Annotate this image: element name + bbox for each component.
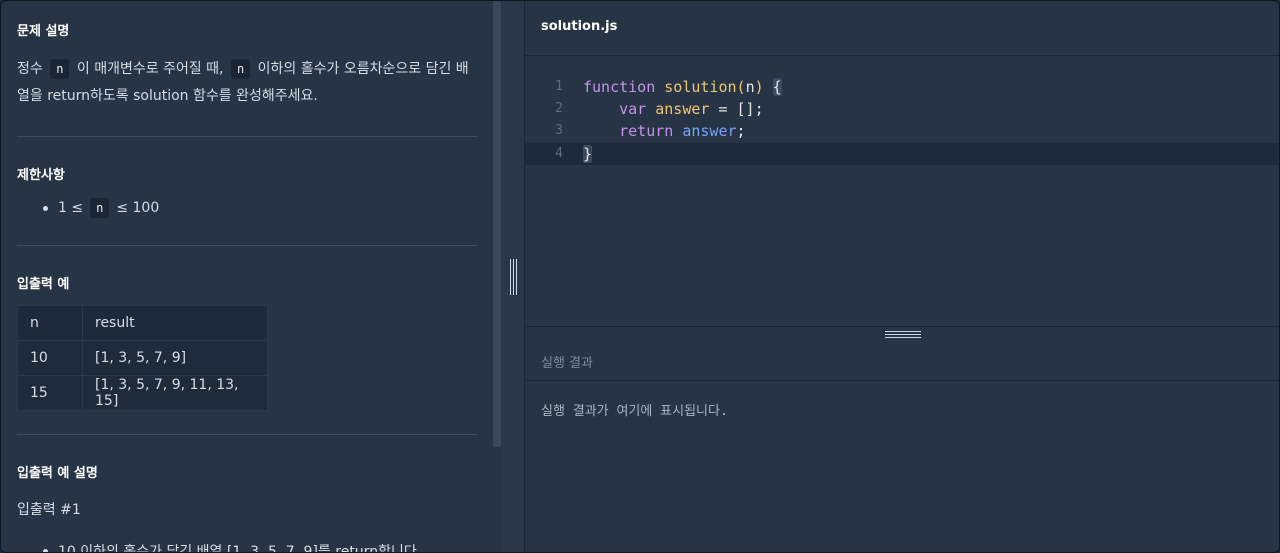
desc-text-1: 정수	[17, 61, 43, 77]
desc-text-2: 이 매개변수로 주어질 때,	[76, 61, 224, 77]
token-paren: (	[736, 78, 746, 96]
constraints-title: 제한사항	[17, 168, 65, 183]
header-result: result	[82, 305, 268, 341]
explanation-title: 입출력 예 설명	[17, 466, 98, 481]
explanation-subtitle: 입출력 #1	[17, 502, 81, 518]
constraint-pre: 1 ≤	[58, 200, 84, 216]
code-editor[interactable]: 1 function solution(n) { 2 var answer = …	[525, 56, 1279, 326]
divider	[17, 136, 477, 137]
token-semicolon: ;	[736, 122, 746, 140]
file-tab[interactable]: solution.js	[541, 19, 617, 34]
table-row: 15 [1, 3, 5, 7, 9, 11, 13, 15]	[17, 375, 268, 411]
divider	[17, 434, 477, 435]
table-row: 10 [1, 3, 5, 7, 9]	[17, 340, 268, 376]
bullet-icon	[43, 548, 48, 552]
code-line-4[interactable]: 4 }	[525, 143, 1279, 165]
cell-n: 15	[17, 375, 83, 411]
param-chip: n	[50, 59, 70, 79]
problem-description: 정수 n 이 매개변수로 주어질 때, n 이하의 홀수가 오름차순으로 담긴 …	[17, 56, 477, 110]
problem-title: 문제 설명	[17, 24, 70, 39]
explanation-item: 10 이하의 홀수가 담긴 배열 [1, 3, 5, 7, 9]를 return…	[43, 541, 421, 552]
token-keyword: return	[619, 122, 674, 140]
result-output: 실행 결과가 여기에 표시됩니다.	[541, 404, 728, 419]
bullet-icon	[43, 205, 48, 211]
token-keyword: function	[583, 78, 656, 96]
constraint-code: n	[90, 198, 110, 218]
param-chip-2: n	[230, 59, 251, 79]
token-rest: = [];	[718, 100, 764, 118]
constraint-post: ≤ 100	[116, 200, 160, 216]
code-line-1[interactable]: 1 function solution(n) {	[525, 76, 1279, 98]
app-frame: 문제 설명 정수 n 이 매개변수로 주어질 때, n 이하의 홀수가 오름차순…	[0, 0, 1280, 553]
editor-panel: solution.js 1 function solution(n) { 2 v…	[525, 1, 1279, 552]
result-title: 실행 결과	[541, 356, 593, 371]
examples-title: 입출력 예	[17, 277, 70, 292]
token-brace: {	[772, 78, 782, 96]
token-keyword: var	[619, 100, 647, 118]
token-brace: }	[583, 145, 593, 163]
line-number: 3	[555, 123, 563, 138]
token-param: n	[745, 78, 755, 96]
explanation-text: 10 이하의 홀수가 담긴 배열 [1, 3, 5, 7, 9]를 return…	[58, 544, 422, 552]
token-function: solution	[664, 78, 737, 96]
code-line-3[interactable]: 3 return answer;	[525, 120, 1279, 142]
token-variable: answer	[682, 122, 737, 140]
cell-n: 10	[17, 340, 83, 376]
left-scrollbar[interactable]	[493, 1, 501, 447]
line-number: 1	[555, 79, 563, 94]
line-number: 4	[555, 146, 563, 161]
drag-handle-icon[interactable]	[510, 259, 519, 295]
token-paren: )	[754, 78, 764, 96]
cell-result: [1, 3, 5, 7, 9]	[82, 340, 268, 376]
result-header: 실행 결과	[525, 342, 1279, 381]
constraint-item: 1 ≤ n ≤ 100	[43, 198, 159, 218]
vertical-splitter[interactable]	[501, 1, 525, 552]
code-line-2[interactable]: 2 var answer = [];	[525, 98, 1279, 120]
problem-panel[interactable]: 문제 설명 정수 n 이 매개변수로 주어질 때, n 이하의 홀수가 오름차순…	[1, 1, 501, 552]
line-number: 2	[555, 101, 563, 116]
table-header-row: n result	[17, 305, 268, 341]
token-variable: answer	[655, 100, 710, 118]
divider	[17, 245, 477, 246]
examples-table: n result 10 [1, 3, 5, 7, 9] 15 [1, 3, 5,…	[17, 305, 268, 411]
horizontal-splitter[interactable]	[525, 326, 1279, 343]
cell-result: [1, 3, 5, 7, 9, 11, 13, 15]	[82, 375, 268, 411]
header-n: n	[17, 305, 83, 341]
drag-handle-icon[interactable]	[885, 331, 921, 339]
editor-header: solution.js	[525, 1, 1279, 56]
